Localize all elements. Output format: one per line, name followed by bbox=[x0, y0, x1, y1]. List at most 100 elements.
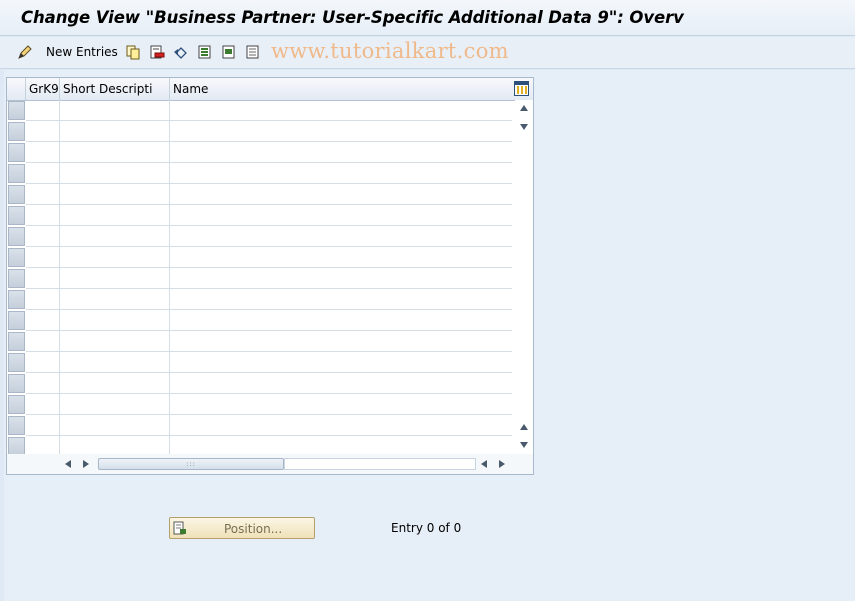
column-header-grk9[interactable]: GrK9 bbox=[26, 78, 60, 100]
table-cell-grk9[interactable] bbox=[26, 226, 60, 247]
table-row bbox=[7, 226, 512, 247]
row-selector[interactable] bbox=[8, 290, 25, 309]
table-cell-name[interactable] bbox=[170, 268, 512, 289]
table-cell-name[interactable] bbox=[170, 310, 512, 331]
delete-icon[interactable] bbox=[149, 44, 165, 60]
table-cell-short[interactable] bbox=[60, 163, 170, 184]
scroll-page-down-icon[interactable] bbox=[520, 124, 528, 130]
row-selector[interactable] bbox=[8, 227, 25, 246]
scroll-right-icon[interactable] bbox=[83, 460, 89, 468]
scroll-page-up-icon[interactable] bbox=[520, 424, 528, 430]
position-button[interactable]: Position... bbox=[169, 517, 315, 539]
table-cell-short[interactable] bbox=[60, 100, 170, 121]
table-cell-grk9[interactable] bbox=[26, 100, 60, 121]
select-block-icon[interactable] bbox=[221, 44, 237, 60]
table-cell-short[interactable] bbox=[60, 331, 170, 352]
table-cell-short[interactable] bbox=[60, 121, 170, 142]
row-selector[interactable] bbox=[8, 332, 25, 351]
deselect-all-icon[interactable] bbox=[245, 44, 261, 60]
table-cell-grk9[interactable] bbox=[26, 415, 60, 436]
table-cell-grk9[interactable] bbox=[26, 247, 60, 268]
table-cell-grk9[interactable] bbox=[26, 289, 60, 310]
table-cell-grk9[interactable] bbox=[26, 331, 60, 352]
table-cell-grk9[interactable] bbox=[26, 184, 60, 205]
table-cell-short[interactable] bbox=[60, 247, 170, 268]
table-cell-name[interactable] bbox=[170, 373, 512, 394]
table-cell-short[interactable] bbox=[60, 142, 170, 163]
table-cell-name[interactable] bbox=[170, 142, 512, 163]
table-cell-short[interactable] bbox=[60, 226, 170, 247]
select-all-icon[interactable] bbox=[197, 44, 213, 60]
table-cell-grk9[interactable] bbox=[26, 268, 60, 289]
table-cell-grk9[interactable] bbox=[26, 205, 60, 226]
new-entries-button[interactable]: New Entries bbox=[46, 45, 118, 59]
column-header-name[interactable]: Name bbox=[170, 78, 512, 100]
select-all-rows-button[interactable] bbox=[7, 78, 26, 100]
row-selector[interactable] bbox=[8, 374, 25, 393]
undo-icon[interactable] bbox=[173, 44, 189, 60]
table-cell-name[interactable] bbox=[170, 415, 512, 436]
table-cell-grk9[interactable] bbox=[26, 352, 60, 373]
row-selector[interactable] bbox=[8, 164, 25, 183]
scroll-right-columns-right-icon[interactable] bbox=[499, 460, 505, 468]
table-cell-short[interactable] bbox=[60, 373, 170, 394]
row-selector[interactable] bbox=[8, 101, 25, 120]
table-cell-short[interactable] bbox=[60, 289, 170, 310]
table-cell-short[interactable] bbox=[60, 205, 170, 226]
table-row bbox=[7, 331, 512, 352]
table-cell-name[interactable] bbox=[170, 100, 512, 121]
table-cell-short[interactable] bbox=[60, 415, 170, 436]
row-selector[interactable] bbox=[8, 395, 25, 414]
table-cell-grk9[interactable] bbox=[26, 373, 60, 394]
row-selector[interactable] bbox=[8, 416, 25, 435]
table-cell-grk9[interactable] bbox=[26, 310, 60, 331]
table-cell-short[interactable] bbox=[60, 310, 170, 331]
table-cell-short[interactable] bbox=[60, 394, 170, 415]
position-button-label: Position... bbox=[224, 522, 283, 536]
row-selector[interactable] bbox=[8, 122, 25, 141]
table-row bbox=[7, 205, 512, 226]
watermark-text: www.tutorialkart.com bbox=[271, 39, 509, 63]
table-cell-name[interactable] bbox=[170, 394, 512, 415]
row-selector[interactable] bbox=[8, 185, 25, 204]
table-cell-grk9[interactable] bbox=[26, 142, 60, 163]
table-cell-name[interactable] bbox=[170, 163, 512, 184]
scroll-right-columns-left-icon[interactable] bbox=[481, 460, 487, 468]
scroll-up-icon[interactable] bbox=[520, 105, 528, 111]
table-cell-short[interactable] bbox=[60, 268, 170, 289]
table-cell-grk9[interactable] bbox=[26, 163, 60, 184]
row-selector[interactable] bbox=[8, 311, 25, 330]
table-cell-name[interactable] bbox=[170, 247, 512, 268]
table-row bbox=[7, 247, 512, 268]
table-cell-name[interactable] bbox=[170, 205, 512, 226]
table-row bbox=[7, 184, 512, 205]
table-cell-name[interactable] bbox=[170, 184, 512, 205]
column-settings-icon[interactable] bbox=[514, 81, 529, 96]
table-cell-short[interactable] bbox=[60, 184, 170, 205]
display-change-icon[interactable] bbox=[17, 44, 33, 60]
table-cell-name[interactable] bbox=[170, 352, 512, 373]
horizontal-scroll-track[interactable] bbox=[284, 458, 476, 470]
row-selector[interactable] bbox=[8, 143, 25, 162]
table-cell-name[interactable] bbox=[170, 121, 512, 142]
table-cell-name[interactable] bbox=[170, 289, 512, 310]
vertical-scrollbar[interactable] bbox=[515, 100, 533, 452]
column-header-short-description[interactable]: Short Descripti bbox=[60, 78, 170, 100]
table-control: GrK9 Short Descripti Name ::: bbox=[6, 77, 534, 475]
row-selector[interactable] bbox=[8, 269, 25, 288]
row-selector[interactable] bbox=[8, 248, 25, 267]
table-row bbox=[7, 310, 512, 331]
horizontal-scroll-thumb[interactable]: ::: bbox=[98, 458, 284, 470]
table-row bbox=[7, 373, 512, 394]
scroll-left-icon[interactable] bbox=[65, 460, 71, 468]
table-cell-grk9[interactable] bbox=[26, 394, 60, 415]
table-cell-grk9[interactable] bbox=[26, 121, 60, 142]
table-cell-name[interactable] bbox=[170, 226, 512, 247]
row-selector[interactable] bbox=[8, 353, 25, 372]
horizontal-scrollbar[interactable]: ::: bbox=[7, 454, 533, 474]
table-cell-name[interactable] bbox=[170, 331, 512, 352]
row-selector[interactable] bbox=[8, 206, 25, 225]
table-cell-short[interactable] bbox=[60, 352, 170, 373]
scroll-down-icon[interactable] bbox=[520, 442, 528, 448]
copy-icon[interactable] bbox=[125, 44, 141, 60]
